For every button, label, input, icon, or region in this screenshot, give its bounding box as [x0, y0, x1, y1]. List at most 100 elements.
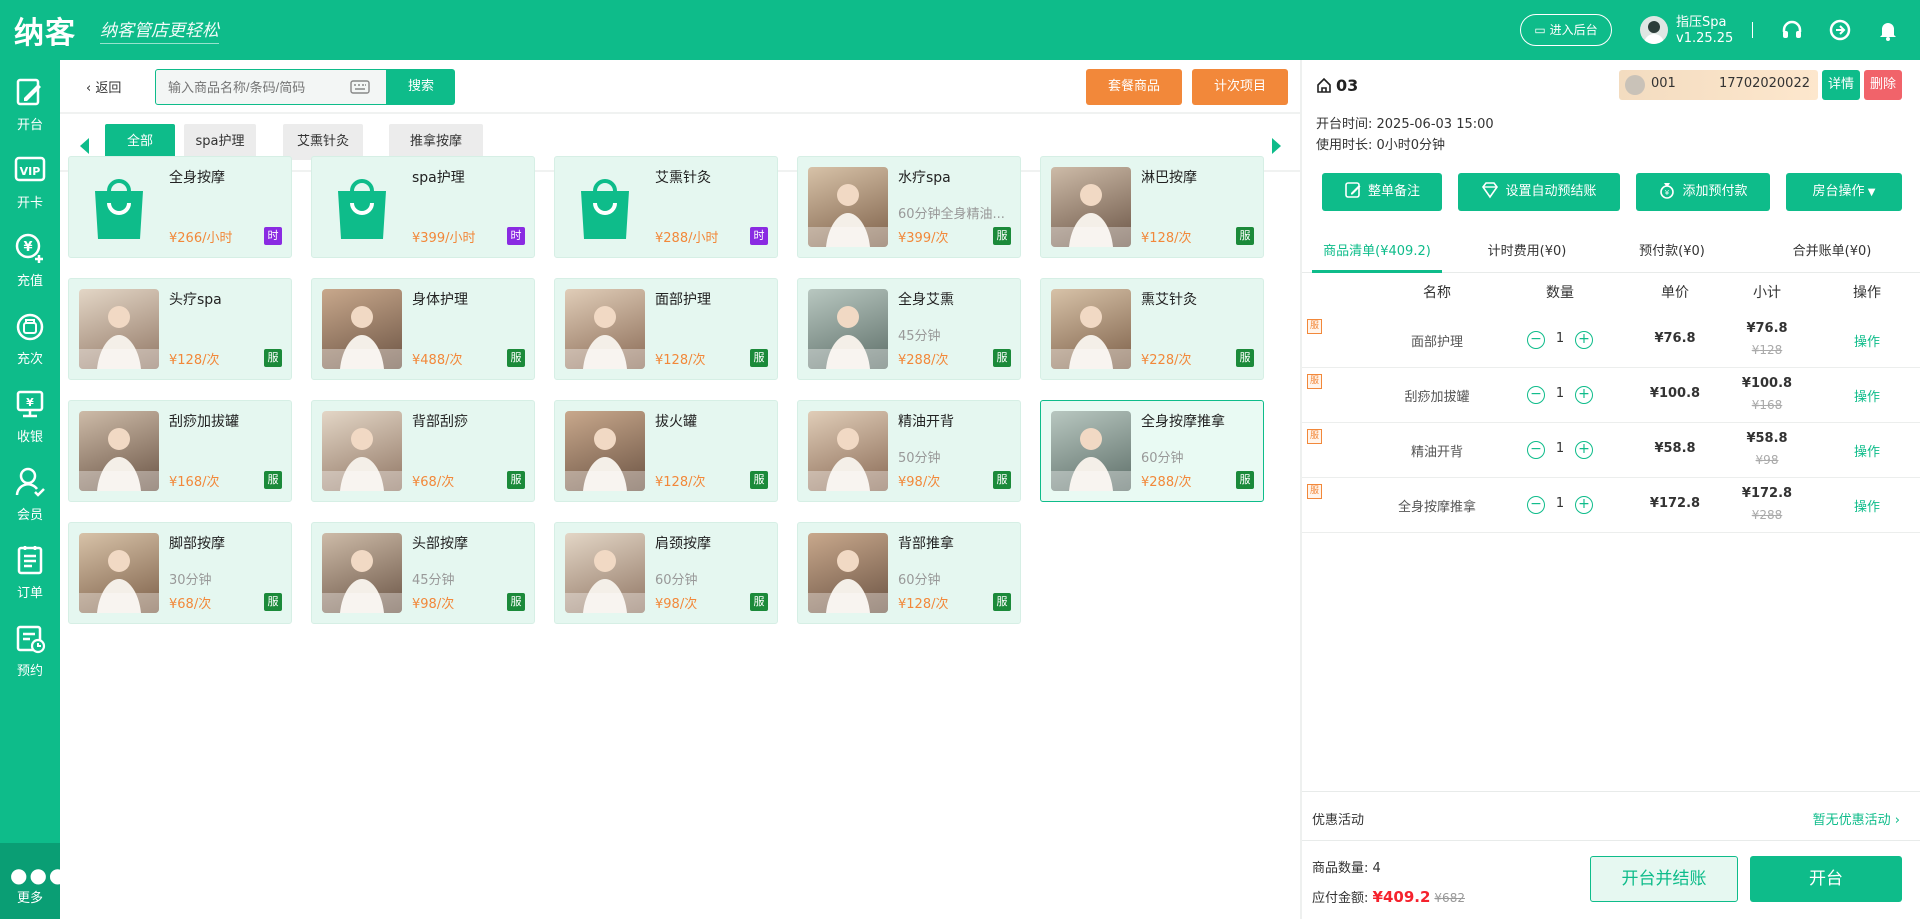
user-avatar[interactable] — [1640, 16, 1668, 44]
plus-circle-icon[interactable]: + — [1575, 386, 1593, 404]
promo-link[interactable]: 暂无优惠活动 › — [1813, 809, 1900, 828]
room-operation-dropdown[interactable]: 房台操作 ▼ — [1786, 173, 1902, 211]
category-tab-all[interactable]: 全部 — [105, 124, 175, 160]
sidebar-item-booking[interactable]: 预约 — [0, 612, 60, 688]
product-card[interactable]: 水疗spa 60分钟全身精油... ¥399/次 服 — [797, 156, 1021, 258]
product-card[interactable]: 背部刮痧 ¥68/次 服 — [311, 400, 535, 502]
category-prev-arrow-icon[interactable] — [80, 138, 89, 154]
svg-text:¥: ¥ — [26, 396, 34, 409]
sidebar-item-order[interactable]: 订单 — [0, 534, 60, 610]
sidebar-item-count-recharge[interactable]: 充次 — [0, 300, 60, 376]
product-card[interactable]: 背部推拿 60分钟 ¥128/次 服 — [797, 522, 1021, 624]
tab-goods-list[interactable]: 商品清单(¥409.2) — [1312, 240, 1442, 259]
detail-button[interactable]: 详情 — [1822, 70, 1860, 100]
order-remark-button[interactable]: 整单备注 — [1322, 173, 1442, 211]
category-next-arrow-icon[interactable] — [1272, 138, 1281, 154]
keyboard-icon[interactable] — [350, 80, 370, 94]
minus-circle-icon[interactable]: − — [1527, 331, 1545, 349]
category-tab-massage[interactable]: 推拿按摩 — [389, 124, 483, 160]
auto-presettle-button[interactable]: 设置自动预结账 — [1458, 173, 1620, 211]
order-item-name: 刮痧加拔罐 — [1404, 390, 1470, 405]
add-prepayment-button[interactable]: ¥ 添加预付款 — [1636, 173, 1770, 211]
product-photo — [79, 533, 159, 613]
divider — [60, 112, 1300, 114]
product-photo — [808, 411, 888, 491]
tab-timing-fee[interactable]: 计时费用(¥0) — [1467, 240, 1587, 259]
product-card[interactable]: 头部按摩 45分钟 ¥98/次 服 — [311, 522, 535, 624]
amount-original: ¥682 — [1434, 891, 1465, 905]
product-price: ¥98/次 — [412, 597, 455, 612]
search-box[interactable] — [155, 69, 387, 105]
product-type-badge: 服 — [264, 349, 282, 367]
order-item-unit-price: ¥172.8 — [1649, 496, 1701, 511]
minus-circle-icon[interactable]: − — [1527, 496, 1545, 514]
product-card[interactable]: 刮痧加拔罐 ¥168/次 服 — [68, 400, 292, 502]
enter-backend-button[interactable]: ▭ 进入后台 — [1520, 14, 1612, 46]
package-goods-button[interactable]: 套餐商品 — [1086, 69, 1182, 105]
plus-circle-icon[interactable]: + — [1575, 441, 1593, 459]
product-card[interactable]: 身体护理 ¥488/次 服 — [311, 278, 535, 380]
product-card[interactable]: 淋巴按摩 ¥128/次 服 — [1040, 156, 1264, 258]
search-button[interactable]: 搜索 — [387, 69, 455, 105]
bell-icon[interactable] — [1876, 18, 1900, 42]
auto-presettle-label: 设置自动预结账 — [1505, 184, 1597, 199]
product-card[interactable]: 精油开背 50分钟 ¥98/次 服 — [797, 400, 1021, 502]
product-card[interactable]: 全身按摩推拿 60分钟 ¥288/次 服 — [1040, 400, 1264, 502]
order-item-operation-link[interactable]: 操作 — [1842, 331, 1892, 350]
header-name: 名称 — [1423, 285, 1451, 301]
count-recharge-icon — [16, 313, 44, 341]
plus-circle-icon[interactable]: + — [1575, 496, 1593, 514]
order-item-unit-price: ¥76.8 — [1654, 331, 1696, 346]
open-and-settle-button[interactable]: 开台并结账 — [1590, 856, 1738, 902]
sidebar-item-label: 预约 — [16, 664, 43, 679]
plus-circle-icon[interactable]: + — [1575, 331, 1593, 349]
refresh-icon[interactable] — [1828, 18, 1852, 42]
open-table-button[interactable]: 开台 — [1750, 856, 1902, 902]
product-desc: 60分钟全身精油... — [898, 207, 1005, 222]
product-desc: 50分钟 — [898, 451, 941, 466]
back-button[interactable]: ‹ 返回 — [86, 77, 121, 96]
sidebar: 开台 VIP 开卡 ¥ 充值 充次 ¥ 收银 会员 订单 预约 ●●● 更多 — [0, 60, 66, 919]
order-item-subtotal: ¥76.8 — [1746, 321, 1788, 336]
member-card[interactable]: 001 17702020022 — [1619, 70, 1818, 100]
product-card[interactable]: 面部护理 ¥128/次 服 — [554, 278, 778, 380]
sidebar-item-open-card[interactable]: VIP 开卡 — [0, 144, 60, 220]
minus-circle-icon[interactable]: − — [1527, 441, 1545, 459]
product-card[interactable]: 全身艾熏 45分钟 ¥288/次 服 — [797, 278, 1021, 380]
product-card[interactable]: 脚部按摩 30分钟 ¥68/次 服 — [68, 522, 292, 624]
divider — [1302, 791, 1920, 792]
product-type-badge: 服 — [507, 593, 525, 611]
headset-icon[interactable] — [1780, 18, 1804, 42]
category-tab-moxibustion[interactable]: 艾熏针灸 — [283, 124, 363, 160]
count-items-button[interactable]: 计次项目 — [1192, 69, 1288, 105]
product-panel: ‹ 返回 搜索 套餐商品 计次项目 全部 spa护理 艾熏针灸 推拿按摩 全身按… — [60, 60, 1300, 919]
sidebar-item-recharge[interactable]: ¥ 充值 — [0, 222, 60, 298]
product-card[interactable]: 肩颈按摩 60分钟 ¥98/次 服 — [554, 522, 778, 624]
amount-due: 应付金额: ¥409.2 ¥682 — [1312, 887, 1465, 906]
sidebar-more-button[interactable]: ●●● 更多 — [0, 843, 66, 919]
order-item-operation-link[interactable]: 操作 — [1842, 441, 1892, 460]
delete-button[interactable]: 删除 — [1864, 70, 1902, 100]
order-item-qty: 1 — [1555, 331, 1565, 346]
product-card[interactable]: 熏艾针灸 ¥228/次 服 — [1040, 278, 1264, 380]
category-tab-spa[interactable]: spa护理 — [184, 124, 256, 160]
tab-merged-bill[interactable]: 合并账单(¥0) — [1767, 240, 1897, 259]
amount-due-label: 应付金额: — [1312, 891, 1369, 906]
product-type-badge: 服 — [993, 349, 1011, 367]
product-name: 淋巴按摩 — [1141, 170, 1197, 186]
tab-prepayment[interactable]: 预付款(¥0) — [1617, 240, 1727, 259]
product-name: 身体护理 — [412, 292, 468, 308]
sidebar-item-member[interactable]: 会员 — [0, 456, 60, 532]
product-card[interactable]: 艾熏针灸 ¥288/小时 时 — [554, 156, 778, 258]
product-card[interactable]: 拔火罐 ¥128/次 服 — [554, 400, 778, 502]
product-card[interactable]: spa护理 ¥399/小时 时 — [311, 156, 535, 258]
sidebar-item-open-table[interactable]: 开台 — [0, 66, 60, 142]
order-item-operation-link[interactable]: 操作 — [1842, 386, 1892, 405]
minus-circle-icon[interactable]: − — [1527, 386, 1545, 404]
active-tab-indicator — [1312, 270, 1442, 273]
product-card[interactable]: 全身按摩 ¥266/小时 时 — [68, 156, 292, 258]
order-item-operation-link[interactable]: 操作 — [1842, 496, 1892, 515]
product-card[interactable]: 头疗spa ¥128/次 服 — [68, 278, 292, 380]
sidebar-item-cashier[interactable]: ¥ 收银 — [0, 378, 60, 454]
search-input[interactable] — [168, 78, 338, 96]
